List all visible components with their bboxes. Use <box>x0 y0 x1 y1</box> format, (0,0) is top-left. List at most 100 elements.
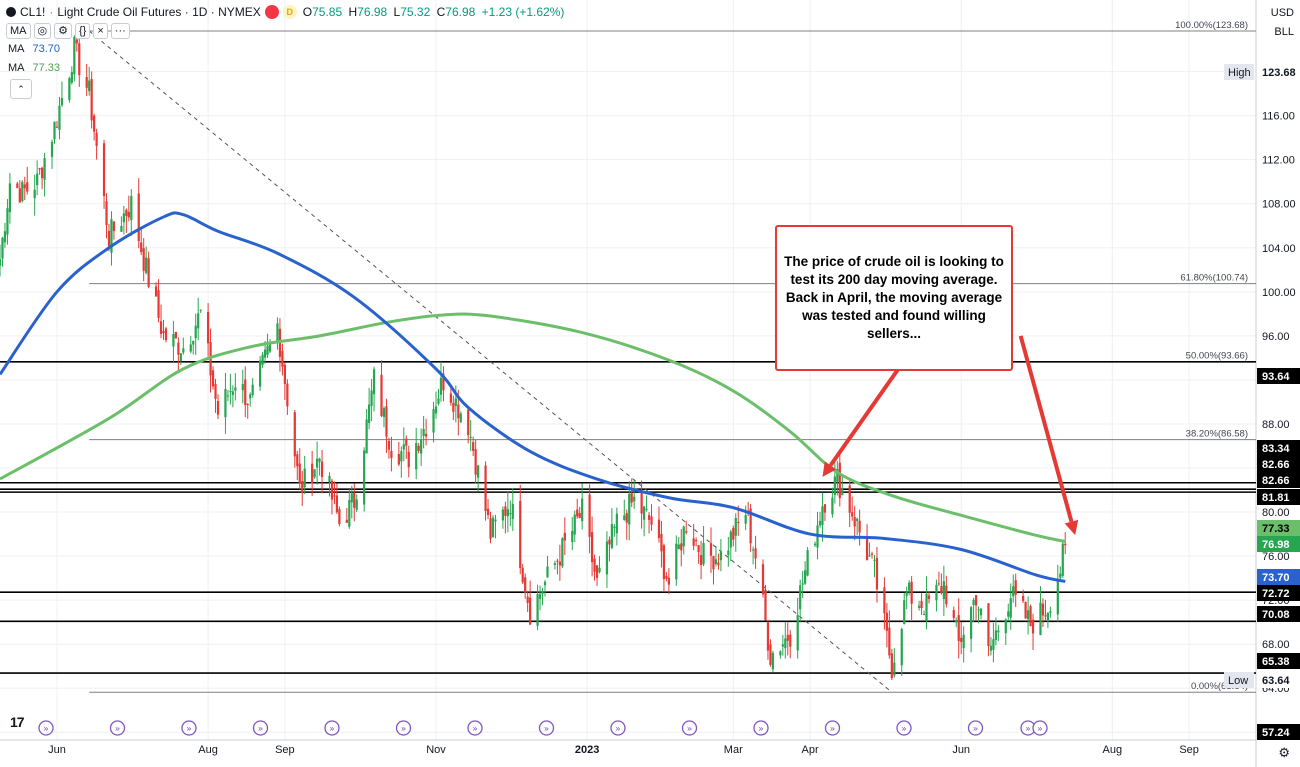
candle-body <box>434 406 438 414</box>
candle-body <box>1009 598 1012 618</box>
ma-badge[interactable]: MA <box>6 23 31 39</box>
candle-body <box>328 475 331 483</box>
candle-body <box>345 519 348 523</box>
candle-body <box>459 413 462 423</box>
visibility-eye-icon[interactable]: ◎ <box>33 23 52 39</box>
ma-legend-slow[interactable]: MA 77.33 <box>8 62 60 74</box>
candle-body <box>58 105 61 131</box>
candle-body <box>685 531 688 533</box>
candle-body <box>424 433 428 437</box>
market-status-icon[interactable] <box>264 5 279 19</box>
candle-body <box>372 369 376 395</box>
event-marker-glyph: » <box>401 725 407 735</box>
tradingview-logo-icon: 17 <box>10 714 25 730</box>
candle-body <box>78 43 81 76</box>
candle-body <box>737 522 740 524</box>
candle-body <box>467 409 470 436</box>
candle-body <box>1046 612 1050 622</box>
candle-body <box>699 554 703 566</box>
candle-body <box>905 592 908 596</box>
candle-body <box>613 526 616 528</box>
price-chart[interactable]: 100.00%(123.68) 61.80%(100.74) 50.00%(93.6… <box>0 0 1300 767</box>
candle-body <box>590 532 594 563</box>
unit-label[interactable]: BLL <box>1274 26 1294 38</box>
candle-body <box>969 607 973 639</box>
candle-body <box>781 644 784 647</box>
candle-body <box>142 248 145 271</box>
candle-body <box>422 429 425 437</box>
collapse-legend-chevron-icon[interactable]: ⌃ <box>10 79 32 99</box>
candle-body <box>53 121 56 140</box>
candle-body <box>311 463 314 484</box>
candle-body <box>667 577 670 585</box>
candle-body <box>647 515 651 520</box>
candle-body <box>286 383 289 407</box>
fib-level-label: 61.80%(100.74) <box>1180 273 1248 284</box>
ma-legend-fast[interactable]: MA 73.70 <box>8 43 60 55</box>
price-axis-tick-label: 76.00 <box>1262 551 1290 563</box>
candle-body <box>474 449 477 475</box>
fib-level-label: 38.20%(86.58) <box>1186 429 1248 440</box>
candle-body <box>856 518 859 521</box>
candle-body <box>769 644 772 665</box>
candle-body <box>486 508 490 516</box>
candle-body <box>417 445 420 451</box>
time-axis-label: Aug <box>1103 744 1123 756</box>
currency-label[interactable]: USD <box>1271 7 1294 19</box>
candle-body <box>95 132 98 146</box>
candle-body <box>122 213 125 223</box>
candle-body <box>157 290 160 318</box>
candle-body <box>249 394 252 399</box>
candle-body <box>789 634 792 647</box>
candle-body <box>1007 611 1010 617</box>
remove-close-icon[interactable]: × <box>93 23 108 39</box>
price-tag-caption: Low <box>1228 675 1248 687</box>
delay-badge-icon[interactable]: D <box>282 5 297 19</box>
candle-body <box>870 553 874 555</box>
scale-settings-gear-icon[interactable]: ⚙ <box>1278 745 1290 761</box>
price-tag-label: 57.24 <box>1262 727 1290 739</box>
candle-body <box>799 585 802 610</box>
candle-body <box>85 76 88 88</box>
candle-body <box>675 543 678 580</box>
candle-body <box>60 98 64 106</box>
candle-body <box>541 591 544 594</box>
candle-body <box>93 115 96 132</box>
candle-body <box>717 562 720 566</box>
candle-body <box>1056 580 1059 615</box>
candle-body <box>660 533 663 552</box>
candle-body <box>90 79 93 121</box>
candle-body <box>890 653 893 679</box>
price-tag-label: 93.64 <box>1262 371 1290 383</box>
candle-body <box>818 520 822 526</box>
candle-body <box>1064 543 1067 546</box>
candle-body <box>159 321 163 334</box>
event-marker-glyph: » <box>1025 725 1031 735</box>
candle-body <box>680 543 683 551</box>
candle-body <box>883 587 886 614</box>
candle-body <box>841 488 844 496</box>
candle-body <box>610 524 614 548</box>
source-code-braces-icon[interactable]: {} <box>74 23 91 39</box>
candle-body <box>779 651 782 656</box>
price-tag-label: 73.70 <box>1262 572 1290 584</box>
candle-body <box>224 389 227 418</box>
candle-body <box>751 549 755 551</box>
price-axis-tick-label: 116.00 <box>1262 111 1295 123</box>
candle-body <box>1044 615 1047 617</box>
symbol-name[interactable]: CL1! <box>20 5 45 19</box>
candle-body <box>732 527 735 540</box>
candle-body <box>960 637 963 642</box>
candle-body <box>804 570 807 584</box>
candle-body <box>576 509 579 517</box>
candle-body <box>301 481 304 493</box>
candle-body <box>719 551 723 561</box>
candle-body <box>764 589 767 621</box>
settings-gear-icon[interactable]: ⚙ <box>54 23 72 39</box>
more-options-icon[interactable]: ··· <box>110 23 130 39</box>
candle-body <box>315 458 319 468</box>
candle-body <box>484 465 487 511</box>
price-axis-tick-label: 96.00 <box>1262 331 1290 343</box>
candle-body <box>449 393 452 403</box>
candle-body <box>709 543 713 556</box>
